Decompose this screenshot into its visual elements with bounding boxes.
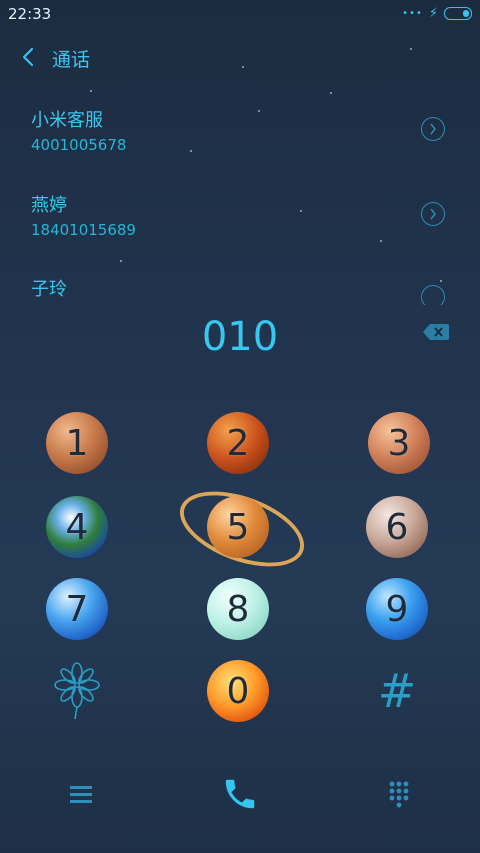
key-3[interactable]: 3 xyxy=(368,412,430,474)
dialpad-icon xyxy=(389,781,409,808)
status-bar: 22:33 ••• ⚡ xyxy=(0,0,480,28)
contact-item[interactable]: 子玲 xyxy=(0,275,480,305)
key-8[interactable]: 8 xyxy=(207,578,269,640)
key-digit: 6 xyxy=(385,506,409,548)
key-digit: 9 xyxy=(385,588,409,630)
key-5[interactable]: 5 xyxy=(207,496,269,558)
contact-item[interactable]: 燕婷 18401015689 xyxy=(0,191,480,271)
contact-detail-button[interactable] xyxy=(421,285,445,305)
back-button[interactable] xyxy=(14,42,42,72)
call-button[interactable] xyxy=(210,764,270,824)
charging-icon: ⚡ xyxy=(428,6,438,21)
signal-dots-icon: ••• xyxy=(402,8,423,19)
key-digit: 4 xyxy=(65,506,89,548)
contact-name: 燕婷 xyxy=(31,195,67,216)
key-digit: 2 xyxy=(226,422,250,464)
header: 通话 xyxy=(0,36,480,80)
chevron-left-icon xyxy=(22,47,34,67)
key-digit: 7 xyxy=(65,588,89,630)
contact-name: 小米客服 xyxy=(31,110,103,131)
key-digit: 8 xyxy=(226,588,250,630)
page-title: 通话 xyxy=(52,49,91,71)
bottom-bar xyxy=(0,742,480,853)
key-1[interactable]: 1 xyxy=(46,412,108,474)
hash-symbol: # xyxy=(377,664,417,718)
chevron-right-icon xyxy=(430,123,436,135)
key-digit: 5 xyxy=(226,506,250,548)
star-icon xyxy=(54,662,100,720)
key-digit: 1 xyxy=(65,422,89,464)
menu-icon xyxy=(70,786,92,803)
status-time: 22:33 xyxy=(8,5,52,23)
key-9[interactable]: 9 xyxy=(366,578,428,640)
contact-detail-button[interactable] xyxy=(421,202,445,226)
battery-icon xyxy=(444,7,472,20)
key-7[interactable]: 7 xyxy=(46,578,108,640)
contact-number: 18401015689 xyxy=(31,221,136,239)
delete-button[interactable] xyxy=(422,322,450,342)
status-icons: ••• ⚡ xyxy=(402,6,472,21)
contact-item[interactable]: 小米客服 4001005678 xyxy=(0,106,480,186)
key-star[interactable] xyxy=(46,660,108,722)
key-6[interactable]: 6 xyxy=(366,496,428,558)
contact-name: 子玲 xyxy=(31,279,67,300)
key-2[interactable]: 2 xyxy=(207,412,269,474)
key-digit: 0 xyxy=(226,670,250,712)
key-0[interactable]: 0 xyxy=(207,660,269,722)
contact-number: 4001005678 xyxy=(31,136,127,154)
phone-icon xyxy=(225,779,255,809)
backspace-icon xyxy=(423,324,449,340)
key-digit: 3 xyxy=(387,422,411,464)
key-4[interactable]: 4 xyxy=(46,496,108,558)
key-hash[interactable]: # xyxy=(366,660,428,722)
contact-detail-button[interactable] xyxy=(421,117,445,141)
chevron-right-icon xyxy=(430,208,436,220)
menu-button[interactable] xyxy=(51,764,111,824)
dialed-number: 010 xyxy=(201,314,279,360)
dialpad-toggle-button[interactable] xyxy=(369,764,429,824)
